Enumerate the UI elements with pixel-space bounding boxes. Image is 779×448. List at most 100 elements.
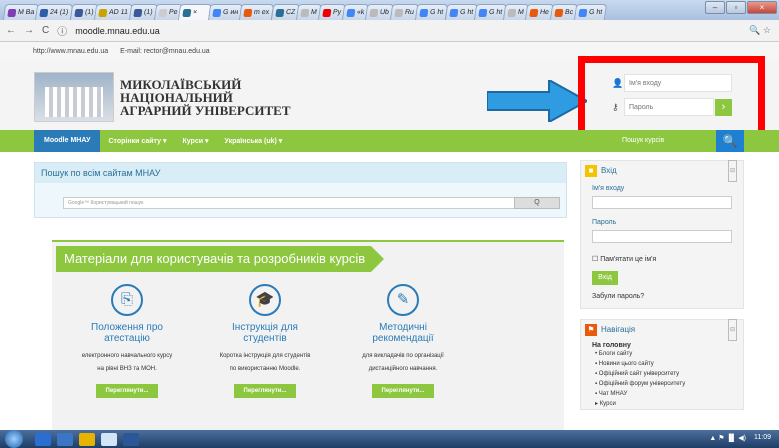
login-block: ■ Вхід ⊟ Ім'я входу Пароль ☐ Пам'ятати це … [580, 160, 744, 309]
favicon-icon [7, 8, 17, 17]
site-search-panel: Пошук по всім сайтам МНАУ Google™ Корист… [34, 162, 567, 218]
annotation-arrow [487, 80, 587, 122]
close-button[interactable]: × [747, 1, 777, 14]
browser-tab-strip: M Ba 24 (1) (1) AD 11 (1) Pe × G ин m ex… [0, 0, 779, 20]
view-button[interactable]: Переглянути... [95, 384, 159, 398]
favicon-icon [212, 8, 222, 17]
back-icon[interactable]: ← [6, 25, 16, 36]
favicon-icon [448, 8, 459, 17]
browser-tab[interactable]: G ht [415, 4, 449, 20]
materials-column: ✎ Методичні рекомендації для викладачів п… [338, 284, 468, 398]
materials-panel: Матеріали для користувачів та розробникі… [52, 240, 564, 430]
bookmark-star-icon[interactable]: 🔍 ☆ [749, 25, 771, 36]
favicon-icon [394, 8, 404, 17]
favicon-icon [322, 8, 332, 17]
forgot-password-link[interactable]: Забули пароль? [581, 293, 743, 308]
browser-tab[interactable]: G ht [573, 4, 608, 20]
site-link[interactable]: http://www.mnau.edu.ua [33, 48, 108, 55]
favicon-icon [74, 8, 84, 17]
google-search-input[interactable]: Google™ Користувацький пошук [63, 197, 541, 209]
password-label: Пароль [592, 219, 617, 226]
nav-language[interactable]: Українська (uk) ▾ [217, 137, 291, 145]
nav-home-link[interactable]: На головну [581, 342, 743, 349]
nav-home[interactable]: Moodle МНАУ [34, 130, 101, 152]
block-toggle-icon[interactable]: ⊟ [727, 160, 737, 182]
favicon-icon [300, 8, 310, 17]
navigation-title: Навігація [601, 325, 636, 334]
explorer-icon[interactable] [57, 432, 73, 446]
browser-tab[interactable]: G ht [444, 4, 478, 20]
graduation-cap-icon: 🎓 [249, 284, 281, 316]
ie-icon[interactable] [35, 432, 51, 446]
favicon-icon [98, 8, 108, 17]
nav-item[interactable]: ▪ Офіційний сайт університету [581, 369, 743, 379]
favicon-icon [182, 8, 192, 17]
favicon-icon [39, 8, 49, 17]
favicon-icon [507, 8, 517, 17]
view-button[interactable]: Переглянути... [233, 384, 297, 398]
system-tray: ▲ ⚑ ▐▌ ◀) 11:09 [709, 434, 771, 442]
favicon-icon [419, 8, 429, 17]
login-block-title: Вхід [601, 166, 617, 175]
username-input[interactable] [592, 196, 732, 209]
view-button[interactable]: Переглянути... [371, 384, 435, 398]
username-label: Ім'я входу [592, 185, 625, 192]
reload-icon[interactable]: C [42, 25, 49, 36]
password-input[interactable] [592, 230, 732, 243]
nav-pages[interactable]: Сторінки сайту ▾ [100, 137, 174, 145]
tray-icons[interactable]: ▲ ⚑ ▐▌ ◀) [709, 434, 746, 442]
browser-tab[interactable]: 24 (1) [35, 4, 74, 20]
navigation-block: ⚑ Навігація ⊟ На головну • Блоги сайту ▪ Н… [580, 319, 744, 410]
column-description: для викладачів по організації дистанційно… [362, 353, 444, 372]
nav-item[interactable]: ▪ Новини цього сайту [581, 359, 743, 369]
favicon-icon [578, 8, 588, 17]
favicon-icon [554, 8, 564, 17]
remember-checkbox[interactable]: ☐ Пам'ятати це ім'я [581, 255, 743, 263]
column-description: електронного навчального курсу на рівні В… [81, 353, 173, 372]
nav-item[interactable]: ▪ Чат МНАУ [581, 389, 743, 399]
nav-item[interactable]: ▪ Офіційний форум університету [581, 379, 743, 389]
nav-item[interactable]: • Блоги сайту [581, 349, 743, 359]
block-toggle-icon[interactable]: ⊟ [727, 319, 737, 341]
nav-courses[interactable]: Курси ▾ [174, 137, 216, 145]
search-icon[interactable]: 🔍 [716, 130, 744, 152]
favicon-icon [346, 8, 356, 17]
favicon-icon [274, 8, 285, 17]
maximize-button[interactable]: ▫ [726, 1, 746, 14]
materials-column: 🎓 Інструкція для студентів Коротка інстру… [200, 284, 330, 398]
university-name[interactable]: МИКОЛАЇВСЬКИЙ НАЦІОНАЛЬНИЙ АГРАРНИЙ УНІВ… [120, 78, 291, 117]
start-button[interactable] [5, 430, 23, 448]
clock[interactable]: 11:09 [754, 434, 771, 442]
annotation-highlight-frame [578, 56, 765, 138]
url-field[interactable]: moodle.mnau.edu.ua [75, 26, 160, 36]
paint-icon[interactable] [101, 432, 117, 446]
sidebar: ■ Вхід ⊟ Ім'я входу Пароль ☐ Пам'ятати це … [580, 160, 744, 420]
login-button[interactable]: Вхід [592, 271, 618, 285]
window-controls: – ▫ × [705, 1, 777, 14]
main-nav: Moodle МНАУ Сторінки сайту ▾ Курси ▾ Укр… [0, 130, 779, 152]
google-search-button[interactable]: Q [514, 197, 560, 209]
browser-tab[interactable]: m ex [239, 4, 275, 20]
login-block-icon: ■ [585, 165, 597, 177]
browser-tab[interactable]: AD 11 [94, 4, 134, 20]
chrome-icon[interactable] [79, 432, 95, 446]
favicon-icon [529, 8, 539, 17]
forward-icon[interactable]: → [24, 25, 34, 36]
favicon-icon [158, 8, 168, 17]
favicon-icon [478, 8, 488, 17]
materials-column: ⎘ Положення про атестацію електронного на… [62, 284, 192, 398]
course-search-label[interactable]: Пошук курсів [622, 137, 664, 144]
favicon-icon [243, 8, 253, 17]
column-description: Коротка інструкція для студентів по викор… [219, 353, 311, 372]
address-bar: ← → C ⓘ moodle.mnau.edu.ua 🔍 ☆ [0, 20, 779, 42]
email-link[interactable]: E-mail: rector@mnau.edu.ua [120, 48, 210, 55]
column-title: Методичні рекомендації [372, 322, 434, 344]
column-title: Інструкція для студентів [232, 322, 298, 344]
nav-item[interactable]: ▸ Курси [581, 399, 743, 409]
favicon-icon [133, 8, 143, 17]
browser-tab[interactable]: M Ba [2, 4, 40, 20]
info-icon[interactable]: ⓘ [57, 23, 67, 38]
document-icon: ⎘ [111, 284, 143, 316]
word-icon[interactable] [123, 432, 139, 446]
minimize-button[interactable]: – [705, 1, 725, 14]
